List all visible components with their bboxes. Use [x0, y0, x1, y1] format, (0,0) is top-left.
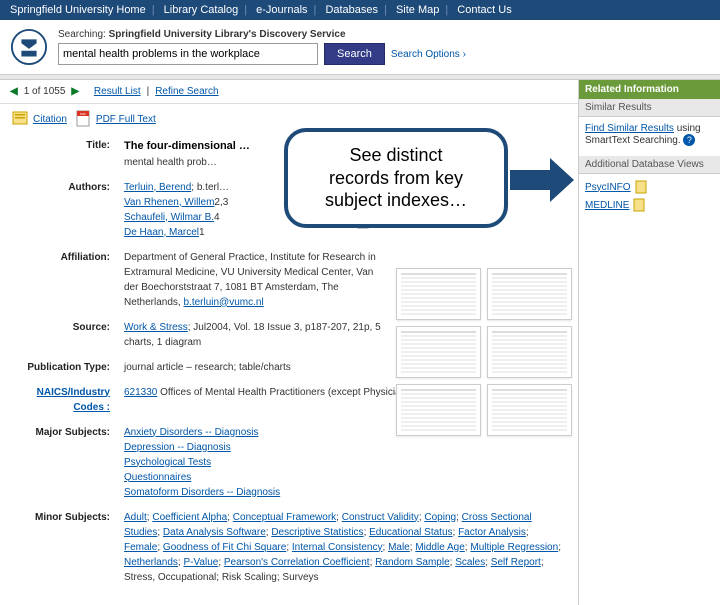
author-link[interactable]: Schaufeli, Wilmar B.	[124, 212, 214, 223]
page-thumb[interactable]	[487, 268, 572, 320]
author-link[interactable]: De Haan, Marcel	[124, 227, 199, 238]
author-link[interactable]: Terluin, Berend	[124, 182, 191, 193]
record-title: The four-dimensional …	[124, 140, 250, 152]
minor-subjects-label: Minor Subjects:	[14, 510, 124, 585]
annotation-arrow-icon	[510, 158, 574, 202]
affiliation-label: Affiliation:	[14, 250, 124, 310]
subject-link[interactable]: Goodness of Fit Chi Square	[163, 542, 286, 553]
pdf-fulltext-link[interactable]: PDF Full Text	[96, 114, 156, 125]
db-medline-link[interactable]: MEDLINE	[585, 200, 629, 211]
subject-link[interactable]: Data Analysis Software	[163, 527, 266, 538]
subject-link[interactable]: Female	[124, 542, 157, 553]
db-icon	[633, 198, 647, 212]
citation-link[interactable]: Citation	[33, 114, 67, 125]
subject-link[interactable]: Somatoform Disorders -- Diagnosis	[124, 487, 280, 498]
page-thumb[interactable]	[396, 384, 481, 436]
db-icon	[635, 180, 649, 194]
subject-link[interactable]: Coefficient Alpha	[152, 512, 227, 523]
source-label: Source:	[14, 320, 124, 350]
subject-link[interactable]: Random Sample	[375, 557, 449, 568]
search-options-link[interactable]: Search Options ›	[391, 49, 466, 60]
related-info-header: Related Information	[579, 80, 720, 99]
similar-results-header: Similar Results	[579, 99, 720, 117]
db-psycinfo-link[interactable]: PsycINFO	[585, 182, 631, 193]
nav-ejournals[interactable]: e-Journals	[256, 4, 307, 16]
subject-link[interactable]: Internal Consistency	[292, 542, 383, 553]
subject-link[interactable]: Coping	[424, 512, 456, 523]
subject-link[interactable]: Middle Age	[415, 542, 464, 553]
subject-link[interactable]: Scales	[455, 557, 485, 568]
university-logo	[10, 28, 48, 66]
naics-label-link[interactable]: NAICS/Industry Codes :	[37, 387, 110, 413]
nav-contact[interactable]: Contact Us	[457, 4, 511, 16]
subject-link[interactable]: P-Value	[183, 557, 218, 568]
pager-bar: ◀ 1 of 1055 ▶ Result List | Refine Searc…	[0, 80, 578, 104]
find-similar-link[interactable]: Find Similar Results	[585, 123, 674, 134]
search-scope-label: Searching: Springfield University Librar…	[58, 29, 710, 40]
search-button[interactable]: Search	[324, 43, 385, 65]
pubtype-label: Publication Type:	[14, 360, 124, 375]
record-title-rest: mental health prob…	[124, 157, 217, 168]
source-link[interactable]: Work & Stress	[124, 322, 188, 333]
subject-link[interactable]: Questionnaires	[124, 472, 191, 483]
subject-link[interactable]: Pearson's Correlation Coefficient	[224, 557, 370, 568]
result-list-link[interactable]: Result List	[94, 86, 141, 97]
affiliation-email-link[interactable]: b.terluin@vumc.nl	[183, 297, 263, 308]
nav-sitemap[interactable]: Site Map	[396, 4, 439, 16]
help-icon[interactable]: ?	[683, 134, 695, 146]
subject-link[interactable]: Multiple Regression	[470, 542, 558, 553]
page-thumb[interactable]	[487, 326, 572, 378]
nav-databases[interactable]: Databases	[325, 4, 378, 16]
subject-link[interactable]: Psychological Tests	[124, 457, 211, 468]
authors-label: Authors:	[14, 180, 124, 240]
pager-prev-icon[interactable]: ◀	[10, 86, 18, 97]
subject-link[interactable]: Descriptive Statistics	[271, 527, 363, 538]
subject-link[interactable]: Depression -- Diagnosis	[124, 442, 231, 453]
page-thumb[interactable]	[396, 268, 481, 320]
annotation-callout: See distinct records from key subject in…	[284, 128, 508, 228]
page-thumb[interactable]	[487, 384, 572, 436]
subject-link[interactable]: Anxiety Disorders -- Diagnosis	[124, 427, 259, 438]
sidebar: Related Information Similar Results Find…	[578, 80, 720, 605]
nav-home[interactable]: Springfield University Home	[10, 4, 146, 16]
subject-link[interactable]: Self Report	[491, 557, 541, 568]
title-label: Title:	[14, 138, 124, 170]
pager-next-icon[interactable]: ▶	[71, 86, 79, 97]
subject-link[interactable]: Adult	[124, 512, 147, 523]
naics-code-link[interactable]: 621330	[124, 387, 157, 398]
minor-subjects-value: Adult; Coefficient Alpha; Conceptual Fra…	[124, 510, 564, 585]
page-thumbnails	[396, 268, 572, 436]
subject-link[interactable]: Conceptual Framework	[233, 512, 336, 523]
search-input[interactable]	[58, 43, 318, 65]
refine-search-link[interactable]: Refine Search	[155, 86, 218, 97]
subject-link[interactable]: Educational Status	[369, 527, 452, 538]
citation-icon	[12, 110, 30, 128]
additional-db-header: Additional Database Views	[579, 156, 720, 174]
subject-link[interactable]: Construct Validity	[342, 512, 419, 523]
author-link[interactable]: Van Rhenen, Willem	[124, 197, 214, 208]
major-subjects-label: Major Subjects:	[14, 425, 124, 500]
pdf-icon: PDF	[75, 110, 93, 128]
svg-text:PDF: PDF	[80, 112, 86, 116]
pager-position: 1 of 1055	[24, 86, 66, 97]
subject-link[interactable]: Male	[388, 542, 410, 553]
subject-link[interactable]: Netherlands	[124, 557, 178, 568]
search-bar: Searching: Springfield University Librar…	[0, 20, 720, 74]
subject-link[interactable]: Factor Analysis	[458, 527, 526, 538]
page-thumb[interactable]	[396, 326, 481, 378]
top-nav: Springfield University Home| Library Cat…	[0, 0, 720, 20]
nav-catalog[interactable]: Library Catalog	[164, 4, 239, 16]
affiliation-value: Department of General Practice, Institut…	[124, 250, 384, 310]
naics-rest: Offices of Mental Health Practitioners (…	[157, 387, 414, 398]
